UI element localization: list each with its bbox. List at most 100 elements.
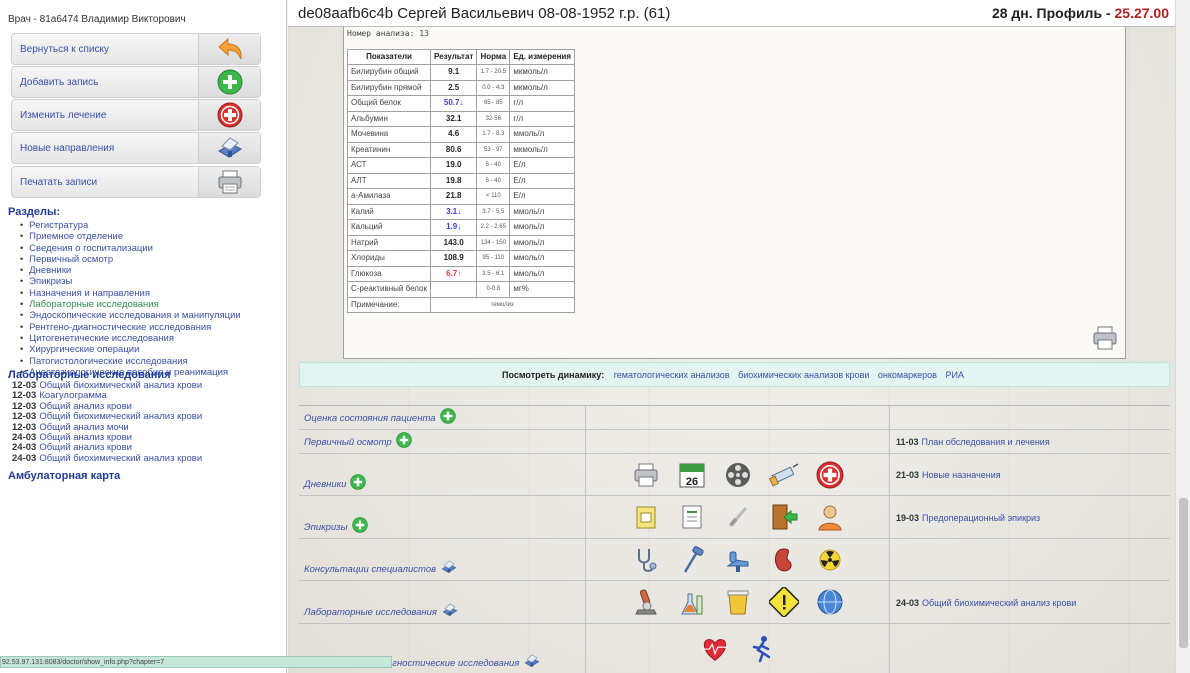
back-to-list-button[interactable]: Вернуться к списку <box>11 33 261 65</box>
dynamics-link-ria[interactable]: РИА <box>945 370 963 380</box>
row-note-link[interactable]: 21-03 Новые назначения <box>896 470 1001 480</box>
medical-cross-button[interactable] <box>815 460 845 490</box>
notepad-button[interactable] <box>631 502 661 532</box>
reflex-hammer-icon[interactable] <box>679 545 705 574</box>
scrollbar[interactable] <box>1175 0 1190 673</box>
lab-flasks-icon[interactable] <box>678 588 706 616</box>
microscope-button[interactable] <box>631 587 661 617</box>
row-label-link[interactable]: Консультации специалистов <box>304 559 458 575</box>
section-cytogenetics[interactable]: Цитогенетические исследования <box>20 333 241 344</box>
test-name: Креатинин <box>346 141 432 158</box>
add-record-button[interactable]: Добавить запись <box>11 66 261 98</box>
document-list-button[interactable] <box>677 502 707 532</box>
notepad-icon[interactable] <box>634 504 658 530</box>
exit-door-button[interactable] <box>769 502 799 532</box>
test-name: АСТ <box>346 157 432 174</box>
section-xray[interactable]: Рентгено-диагностические исследования <box>20 322 241 333</box>
list-item[interactable]: 24-03 Общий биохимический анализ крови <box>12 453 202 464</box>
runner-button[interactable] <box>746 634 776 664</box>
section-admission[interactable]: Приемное отделение <box>20 231 241 243</box>
section-endoscopy[interactable]: Эндоскопические исследования и манипуляц… <box>20 310 241 322</box>
test-norm: 5 - 40 <box>476 172 511 189</box>
referral-stamp-icon[interactable] <box>441 602 459 618</box>
section-pathology[interactable]: Патогистологические исследования <box>20 356 241 367</box>
section-registry[interactable]: Регистратура <box>20 220 241 231</box>
row-label-link[interactable]: Дневники <box>304 474 367 490</box>
syringe-icon[interactable] <box>768 461 799 489</box>
main-content: de08aafb6c4b Сергей Васильевич 08-08-195… <box>288 0 1175 673</box>
add-plus-icon[interactable] <box>350 474 367 490</box>
reflex-hammer-button[interactable] <box>677 545 707 575</box>
section-initial-exam[interactable]: Первичный осмотр <box>20 254 241 265</box>
dental-chair-icon[interactable] <box>724 546 752 574</box>
lab-flasks-button[interactable] <box>677 587 707 617</box>
medical-cross-icon[interactable] <box>816 461 844 489</box>
globe-icon[interactable] <box>816 588 844 616</box>
radiation-icon[interactable] <box>819 549 841 571</box>
film-reel-button[interactable] <box>723 460 753 490</box>
row-label-link[interactable]: Лабораторные исследования <box>304 602 459 618</box>
doctor-icon[interactable] <box>816 503 844 531</box>
radiation-button[interactable] <box>815 545 845 575</box>
urine-cup-button[interactable] <box>723 587 753 617</box>
row-label-link[interactable]: Оценка состояния пациента <box>304 408 456 424</box>
heart-icon[interactable] <box>700 635 730 663</box>
change-treatment-button[interactable]: Изменить лечение <box>11 99 261 131</box>
table-row: Натрий 143.0 134 - 150 ммоль/л <box>346 234 575 251</box>
stethoscope-button[interactable] <box>631 545 661 575</box>
calendar-icon[interactable]: 26 <box>678 461 706 489</box>
dental-chair-button[interactable] <box>723 545 753 575</box>
add-plus-icon[interactable] <box>351 517 368 533</box>
scalpel-icon[interactable] <box>725 504 751 530</box>
dynamics-link-oncomarkers[interactable]: онкомаркеров <box>878 370 937 380</box>
kidney-button[interactable] <box>769 545 799 575</box>
stethoscope-icon[interactable] <box>633 546 659 574</box>
row-label-link[interactable]: Эпикризы <box>304 517 368 533</box>
exit-door-icon[interactable] <box>770 503 798 531</box>
printer-icon[interactable] <box>632 461 660 489</box>
row-note-link[interactable]: 19-03 Предоперационный эпикриз <box>896 513 1040 523</box>
new-referrals-button[interactable]: Новые направления <box>11 132 261 164</box>
test-norm: 5 - 40 <box>476 157 511 174</box>
doctor-button[interactable] <box>815 502 845 532</box>
section-epicrises[interactable]: Эпикризы <box>20 276 241 288</box>
row-note-cell: 24-03 Общий биохимический анализ крови <box>890 581 1170 623</box>
section-lab-tests[interactable]: Лабораторные исследования <box>20 299 241 310</box>
document-list-icon[interactable] <box>680 504 704 530</box>
warning-sign-icon[interactable] <box>768 587 799 617</box>
row-note-link[interactable]: 24-03 Общий биохимический анализ крови <box>896 598 1076 608</box>
film-reel-icon[interactable] <box>724 461 752 489</box>
row-label-link[interactable]: Первичный осмотр <box>304 432 412 448</box>
section-diaries[interactable]: Дневники <box>20 265 241 276</box>
diaries-row: Дневники 26 21-03 Новые назначения <box>299 454 1170 496</box>
table-row: Билирубин прямой 2.5 0.0 - 4.3 мкмоль/л <box>346 79 575 96</box>
scalpel-button[interactable] <box>723 502 753 532</box>
globe-button[interactable] <box>815 587 845 617</box>
section-prescriptions[interactable]: Назначения и направления <box>20 288 241 299</box>
row-actions-cell <box>586 581 890 623</box>
printer-button[interactable] <box>631 460 661 490</box>
printer-icon[interactable] <box>1091 324 1119 352</box>
calendar-button[interactable]: 26 <box>677 460 707 490</box>
heart-button[interactable] <box>700 634 730 664</box>
row-note-link[interactable]: 11-03 План обследования и лечения <box>896 437 1050 447</box>
referral-stamp-icon[interactable] <box>440 559 458 575</box>
syringe-button[interactable] <box>768 460 799 490</box>
print-records-button[interactable]: Печатать записи <box>11 166 261 198</box>
kidney-icon[interactable] <box>772 546 796 574</box>
test-unit: мкмоль/л <box>509 79 575 96</box>
ambulatory-card-link[interactable]: Амбулаторная карта <box>8 470 120 482</box>
microscope-icon[interactable] <box>632 588 660 616</box>
add-plus-icon[interactable] <box>439 408 456 424</box>
dynamics-link-hematology[interactable]: гематологических анализов <box>614 370 730 380</box>
warning-sign-button[interactable] <box>768 587 799 617</box>
urine-cup-icon[interactable] <box>725 588 751 616</box>
scrollbar-thumb[interactable] <box>1179 498 1188 648</box>
section-hospitalization[interactable]: Сведения о госпитализации <box>20 243 241 254</box>
add-plus-icon[interactable] <box>395 432 412 448</box>
section-surgery[interactable]: Хирургические операции <box>20 344 241 355</box>
referral-stamp-icon[interactable] <box>523 653 541 669</box>
dynamics-link-biochemistry[interactable]: биохимических анализов крови <box>738 370 869 380</box>
runner-icon[interactable] <box>748 635 774 663</box>
row-note-cell: 21-03 Новые назначения <box>890 454 1170 495</box>
